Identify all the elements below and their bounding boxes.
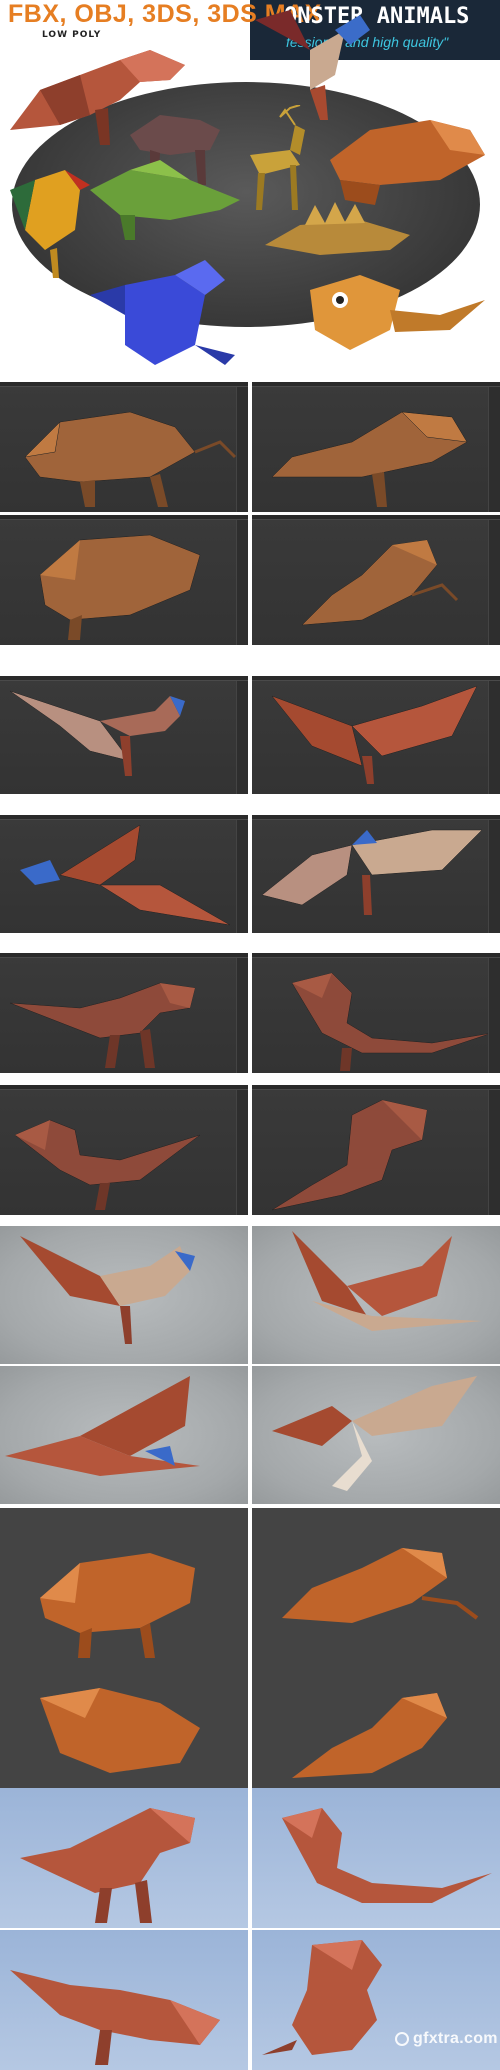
viewport-toolbar bbox=[252, 1085, 500, 1090]
viewport-toolbar bbox=[252, 382, 500, 387]
t-rex-model bbox=[291, 972, 493, 1071]
viewport-t-rex-4 bbox=[252, 1085, 500, 1215]
render-panther-1 bbox=[0, 1508, 248, 1668]
orange-dragon-figure bbox=[310, 275, 485, 350]
viewport-toolbar bbox=[0, 1085, 248, 1090]
render-dragon-1 bbox=[0, 1226, 248, 1364]
viewport-panther-3 bbox=[0, 515, 248, 645]
t-rex-model bbox=[9, 982, 196, 1068]
viewport-toolbar bbox=[0, 953, 248, 958]
viewport-side-panel bbox=[236, 387, 248, 512]
render-panther-3 bbox=[0, 1668, 248, 1788]
watermark: gfxtra.com bbox=[395, 2030, 498, 2048]
panther-model bbox=[24, 411, 237, 507]
viewport-panther-2 bbox=[252, 382, 500, 512]
panther-model bbox=[271, 411, 468, 507]
render-t-rex-2 bbox=[252, 1788, 500, 1928]
viewport-side-panel bbox=[488, 520, 500, 645]
panther-model bbox=[301, 539, 459, 626]
viewport-toolbar bbox=[252, 515, 500, 520]
viewport-t-rex-2 bbox=[252, 953, 500, 1073]
render-dragon-4 bbox=[252, 1366, 500, 1504]
panther-render bbox=[292, 1693, 447, 1778]
viewport-panther-1 bbox=[0, 382, 248, 512]
viewport-dragon-2 bbox=[252, 676, 500, 794]
viewport-t-rex-1 bbox=[0, 953, 248, 1073]
panther-render bbox=[40, 1688, 200, 1773]
blue-dragon-figure bbox=[90, 260, 235, 365]
t-rex-model bbox=[271, 1099, 428, 1211]
dragon-model bbox=[271, 685, 478, 784]
viewport-side-panel bbox=[488, 958, 500, 1073]
viewport-dragon-3 bbox=[0, 815, 248, 933]
dragon-model bbox=[261, 829, 483, 915]
viewport-side-panel bbox=[236, 1090, 248, 1215]
gfxtra-logo-icon bbox=[395, 2032, 409, 2046]
dragon-render bbox=[292, 1231, 482, 1331]
panther-model bbox=[39, 534, 201, 640]
dragon-model bbox=[20, 824, 231, 926]
viewport-side-panel bbox=[488, 681, 500, 794]
viewport-side-panel bbox=[488, 820, 500, 933]
panther-render bbox=[282, 1548, 479, 1623]
column-divider bbox=[248, 382, 252, 2070]
viewport-side-panel bbox=[236, 681, 248, 794]
t-rex-render bbox=[10, 1970, 220, 2065]
viewport-toolbar bbox=[252, 676, 500, 681]
stegosaurus-figure bbox=[265, 202, 410, 255]
viewport-side-panel bbox=[488, 387, 500, 512]
dragon-render bbox=[272, 1376, 477, 1491]
render-panther-4 bbox=[252, 1668, 500, 1788]
render-t-rex-3 bbox=[0, 1930, 248, 2070]
viewport-t-rex-3 bbox=[0, 1085, 248, 1215]
viewport-panther-4 bbox=[252, 515, 500, 645]
viewport-toolbar bbox=[252, 815, 500, 820]
t-rex-render bbox=[282, 1808, 492, 1903]
viewport-dragon-1 bbox=[0, 676, 248, 794]
product-banner: FBX, OBJ, 3DS, 3DS MAX LOW POLY ONSTER A… bbox=[0, 0, 500, 380]
watermark-text: gfxtra.com bbox=[413, 2030, 498, 2047]
viewport-dragon-4 bbox=[252, 815, 500, 933]
lizard-figure bbox=[90, 160, 240, 240]
render-t-rex-4 bbox=[252, 1930, 500, 2070]
render-t-rex-1 bbox=[0, 1788, 248, 1928]
t-rex-model bbox=[14, 1119, 201, 1210]
viewport-toolbar bbox=[0, 815, 248, 820]
viewport-side-panel bbox=[236, 958, 248, 1073]
t-rex-render bbox=[262, 1940, 382, 2055]
dragon-render bbox=[5, 1376, 200, 1476]
viewport-toolbar bbox=[0, 676, 248, 681]
render-dragon-2 bbox=[252, 1226, 500, 1364]
viewport-toolbar bbox=[0, 382, 248, 387]
viewport-side-panel bbox=[488, 1090, 500, 1215]
viewport-side-panel bbox=[236, 520, 248, 645]
viewport-toolbar bbox=[252, 953, 500, 958]
panther-render bbox=[40, 1553, 195, 1658]
dragon-render bbox=[20, 1236, 195, 1344]
render-dragon-3 bbox=[0, 1366, 248, 1504]
viewport-toolbar bbox=[0, 515, 248, 520]
dragon-model bbox=[9, 690, 185, 776]
t-rex-render bbox=[20, 1808, 195, 1923]
render-panther-2 bbox=[252, 1508, 500, 1668]
viewport-side-panel bbox=[236, 820, 248, 933]
